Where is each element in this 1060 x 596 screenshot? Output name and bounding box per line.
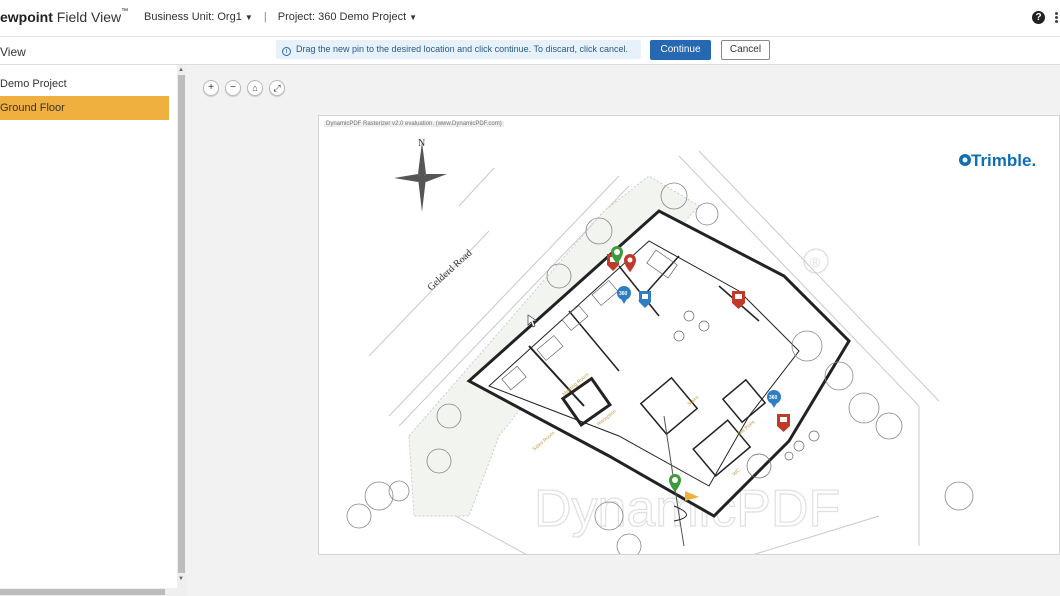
project-label: Project:: [277, 11, 316, 23]
view-title: View: [0, 45, 26, 59]
home-view-button[interactable]: ⌂: [247, 80, 263, 96]
continue-button[interactable]: Continue: [650, 40, 711, 60]
scroll-up-icon[interactable]: ▲: [178, 67, 184, 73]
business-unit-dropdown[interactable]: Org1 ▼: [217, 11, 255, 23]
sidebar-horizontal-scrollbar[interactable]: [0, 588, 177, 596]
registered-mark: ®: [810, 254, 821, 270]
zoom-in-button[interactable]: +: [203, 80, 219, 96]
svg-text:Sales Room: Sales Room: [531, 430, 556, 452]
info-icon: i: [282, 47, 291, 56]
project-value: 360 Demo Project: [318, 11, 407, 23]
brand-name-bold: ewpoint: [0, 9, 53, 25]
context-selector: Business Unit: Org1 ▼ | Project: 360 Demo…: [144, 11, 417, 23]
north-arrow: N: [394, 138, 447, 212]
trimble-logo: Trimble.: [959, 151, 1036, 170]
scrollbar-thumb[interactable]: [178, 75, 185, 573]
action-bar: View i Drag the new pin to the desired lo…: [0, 37, 1060, 65]
business-unit-label: Business Unit:: [144, 11, 215, 23]
sidebar-vertical-scrollbar[interactable]: ▲ ▼: [177, 65, 186, 596]
fit-view-button[interactable]: ⤢: [269, 80, 285, 96]
business-unit-value: Org1: [217, 11, 242, 23]
cancel-button[interactable]: Cancel: [721, 40, 770, 60]
drawing-viewer: + − ⌂ ⤢ DynamicPDF ® Meeting Room Sales …: [186, 65, 1060, 596]
floor-plan[interactable]: DynamicPDF ® Meeting Room Sales Room Rec…: [318, 115, 1060, 555]
apps-grid-icon[interactable]: [1055, 12, 1060, 24]
road-label: Gelderd Road: [426, 248, 475, 294]
pin-placement-notice: i Drag the new pin to the desired locatio…: [276, 40, 641, 59]
pin-360-label: 360: [619, 291, 628, 297]
help-icon[interactable]: ?: [1032, 11, 1045, 24]
app-header: ewpoint Field View™ Business Unit: Org1 ▼…: [0, 0, 1060, 37]
location-tree: Demo Project Ground Floor: [0, 65, 177, 596]
brand-trademark: ™: [121, 8, 129, 15]
rasterizer-watermark: DynamicPDF Rasterizer v2.0 evaluation. (…: [324, 121, 504, 127]
notice-text: Drag the new pin to the desired location…: [296, 44, 629, 54]
pin-360-label: 360: [769, 395, 778, 401]
scroll-down-icon[interactable]: ▼: [178, 576, 184, 582]
tree-item-project[interactable]: Demo Project: [0, 72, 168, 96]
brand-name-rest: Field View: [56, 9, 122, 25]
north-label: N: [418, 138, 425, 149]
chevron-down-icon: ▼: [409, 13, 418, 22]
chevron-down-icon: ▼: [244, 13, 253, 22]
floor-plan-drawing: DynamicPDF ® Meeting Room Sales Room Rec…: [346, 138, 1036, 554]
app-logo[interactable]: ewpoint Field View™: [0, 8, 129, 25]
trimble-logo-text: Trimble.: [971, 151, 1036, 170]
zoom-out-button[interactable]: −: [225, 80, 241, 96]
scrollbar-thumb[interactable]: [0, 589, 165, 595]
header-separator: |: [263, 11, 267, 23]
tree-item-ground-floor[interactable]: Ground Floor: [0, 96, 169, 120]
project-dropdown[interactable]: 360 Demo Project ▼: [318, 11, 417, 23]
